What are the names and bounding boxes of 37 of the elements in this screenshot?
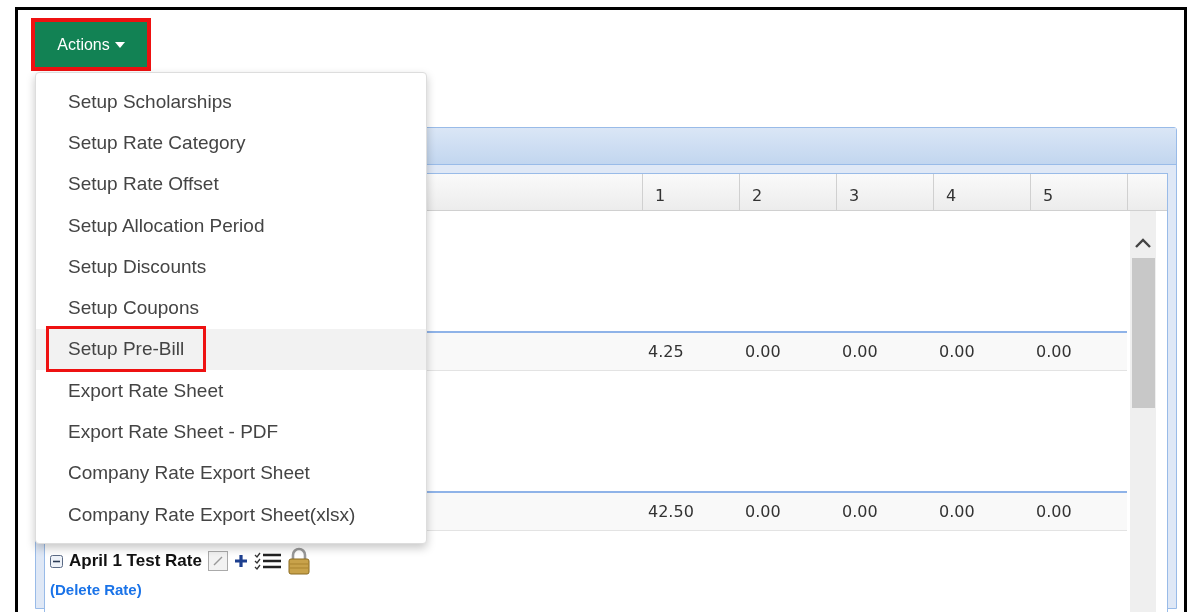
menu-item[interactable]: Export Rate Sheet: [36, 370, 426, 412]
column-header[interactable]: 5: [1030, 174, 1127, 210]
menu-item[interactable]: Company Rate Export Sheet(xlsx): [36, 493, 426, 536]
column-header[interactable]: 3: [836, 174, 933, 210]
table-cell-text: 0.00: [938, 341, 976, 363]
vertical-scrollbar[interactable]: [1130, 211, 1156, 612]
table-cell-text: 0.00: [841, 341, 879, 363]
table-cell-text: 42.50: [647, 501, 695, 523]
table-cell-text: 0.00: [841, 501, 879, 523]
column-header[interactable]: 1: [642, 174, 739, 210]
delete-rate-link[interactable]: (Delete Rate): [50, 581, 142, 598]
menu-item[interactable]: Setup Pre-Bill: [36, 328, 426, 371]
table-cell-text: 0.00: [744, 341, 782, 363]
menu-item[interactable]: Setup Allocation Period: [36, 204, 426, 247]
menu-item[interactable]: Setup Discounts: [36, 246, 426, 288]
table-cell-text: 0.00: [744, 501, 782, 523]
collapse-icon[interactable]: [50, 554, 63, 568]
table-cell-text: 0.00: [1035, 501, 1073, 523]
menu-item[interactable]: Export Rate Sheet - PDF: [36, 411, 426, 453]
rate-name: April 1 Test Rate: [69, 551, 202, 571]
edit-icon[interactable]: [207, 551, 228, 571]
table-cell-text: 4.25: [647, 341, 685, 363]
table-cell-text: 0.00: [1035, 341, 1073, 363]
lock-icon[interactable]: [287, 547, 310, 575]
caret-icon: [114, 41, 125, 48]
plus-icon[interactable]: [233, 554, 248, 568]
menu-item[interactable]: Setup Rate Offset: [36, 163, 426, 205]
menu-item[interactable]: Setup Rate Category: [36, 122, 426, 164]
column-header[interactable]: 2: [739, 174, 836, 210]
checklist-icon[interactable]: [253, 552, 282, 570]
scroll-up-icon[interactable]: [1135, 238, 1151, 248]
menu-item[interactable]: Setup Coupons: [36, 287, 426, 329]
column-header[interactable]: 4: [933, 174, 1030, 210]
menu-item[interactable]: Company Rate Export Sheet: [36, 452, 426, 494]
table-cell-text: 0.00: [938, 501, 976, 523]
scrollbar-thumb[interactable]: [1131, 258, 1155, 408]
menu-item[interactable]: Setup Scholarships: [36, 81, 426, 123]
